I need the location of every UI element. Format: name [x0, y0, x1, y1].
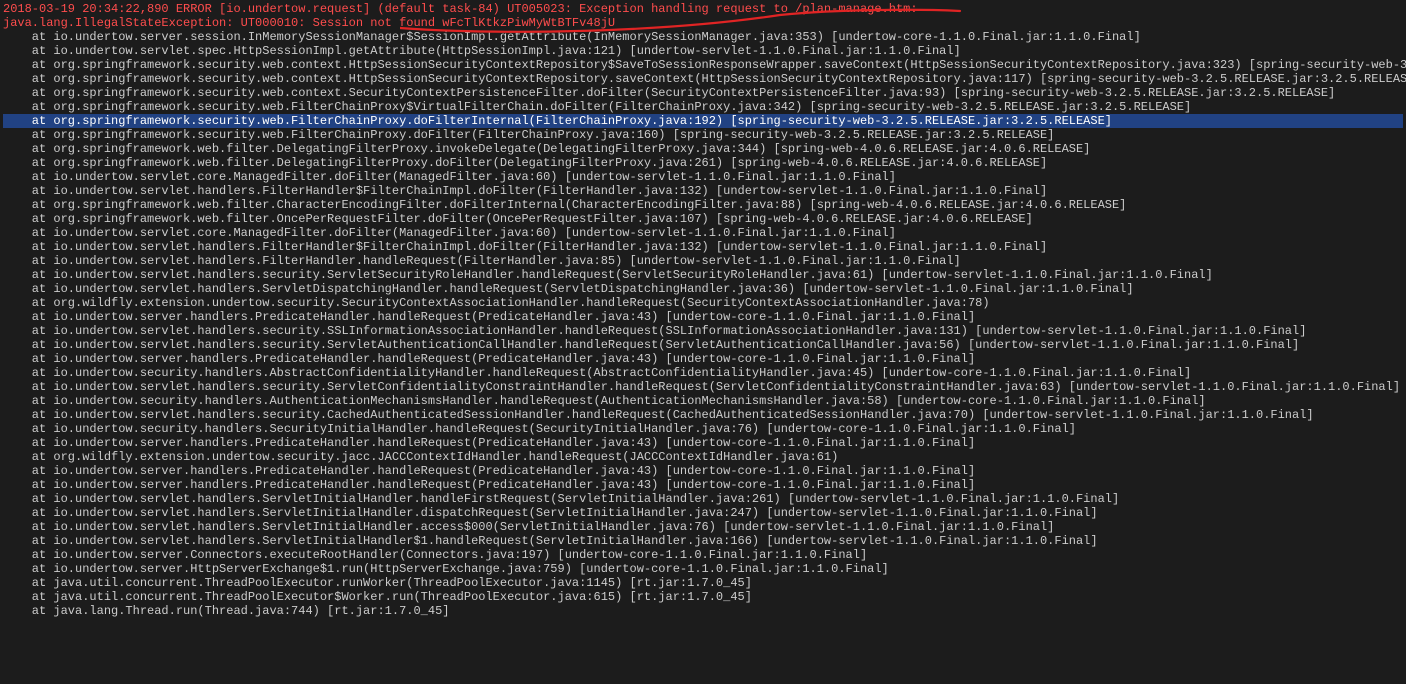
stack-line[interactable]: at io.undertow.servlet.spec.HttpSessionI… — [3, 44, 1403, 58]
stack-line[interactable]: at org.springframework.security.web.cont… — [3, 58, 1403, 72]
stack-line[interactable]: at io.undertow.server.handlers.Predicate… — [3, 310, 1403, 324]
stack-line[interactable]: at io.undertow.servlet.handlers.FilterHa… — [3, 184, 1403, 198]
error-header-line-2[interactable]: java.lang.IllegalStateException: UT00001… — [3, 16, 1403, 30]
stack-line[interactable]: at io.undertow.server.handlers.Predicate… — [3, 352, 1403, 366]
stack-line[interactable]: at io.undertow.server.HttpServerExchange… — [3, 562, 1403, 576]
stack-line[interactable]: at io.undertow.server.handlers.Predicate… — [3, 464, 1403, 478]
stack-trace[interactable]: at io.undertow.server.session.InMemorySe… — [3, 30, 1403, 618]
stack-line[interactable]: at org.springframework.security.web.cont… — [3, 72, 1403, 86]
error-header-line-1[interactable]: 2018-03-19 20:34:22,890 ERROR [io.undert… — [3, 2, 1403, 16]
stack-line[interactable]: at org.springframework.security.web.Filt… — [3, 114, 1403, 128]
stack-line[interactable]: at io.undertow.servlet.handlers.FilterHa… — [3, 240, 1403, 254]
stack-line[interactable]: at io.undertow.servlet.handlers.ServletI… — [3, 492, 1403, 506]
stack-line[interactable]: at io.undertow.security.handlers.Authent… — [3, 394, 1403, 408]
stack-line[interactable]: at org.springframework.web.filter.Delega… — [3, 156, 1403, 170]
stack-line[interactable]: at org.springframework.web.filter.OncePe… — [3, 212, 1403, 226]
stack-line[interactable]: at io.undertow.servlet.handlers.ServletD… — [3, 282, 1403, 296]
stack-line[interactable]: at io.undertow.servlet.handlers.security… — [3, 324, 1403, 338]
stack-line[interactable]: at io.undertow.server.session.InMemorySe… — [3, 30, 1403, 44]
stack-line[interactable]: at io.undertow.servlet.handlers.security… — [3, 408, 1403, 422]
stack-line[interactable]: at io.undertow.servlet.handlers.FilterHa… — [3, 254, 1403, 268]
stack-line[interactable]: at io.undertow.security.handlers.Securit… — [3, 422, 1403, 436]
stack-line[interactable]: at org.springframework.security.web.Filt… — [3, 128, 1403, 142]
stack-line[interactable]: at org.springframework.web.filter.Charac… — [3, 198, 1403, 212]
stack-line[interactable]: at io.undertow.servlet.handlers.ServletI… — [3, 534, 1403, 548]
stack-line[interactable]: at io.undertow.servlet.core.ManagedFilte… — [3, 226, 1403, 240]
stack-line[interactable]: at io.undertow.server.handlers.Predicate… — [3, 478, 1403, 492]
stack-line[interactable]: at io.undertow.server.Connectors.execute… — [3, 548, 1403, 562]
stack-line[interactable]: at org.wildfly.extension.undertow.securi… — [3, 296, 1403, 310]
stack-line[interactable]: at java.util.concurrent.ThreadPoolExecut… — [3, 590, 1403, 604]
stack-line[interactable]: at io.undertow.servlet.handlers.ServletI… — [3, 506, 1403, 520]
stack-line[interactable]: at io.undertow.server.handlers.Predicate… — [3, 436, 1403, 450]
stack-line[interactable]: at org.springframework.web.filter.Delega… — [3, 142, 1403, 156]
stack-line[interactable]: at org.springframework.security.web.Filt… — [3, 100, 1403, 114]
stack-line[interactable]: at io.undertow.servlet.handlers.security… — [3, 338, 1403, 352]
stack-line[interactable]: at io.undertow.servlet.handlers.security… — [3, 380, 1403, 394]
stack-line[interactable]: at io.undertow.security.handlers.Abstrac… — [3, 366, 1403, 380]
stack-line[interactable]: at java.lang.Thread.run(Thread.java:744)… — [3, 604, 1403, 618]
stack-line[interactable]: at java.util.concurrent.ThreadPoolExecut… — [3, 576, 1403, 590]
stack-line[interactable]: at org.springframework.security.web.cont… — [3, 86, 1403, 100]
stack-line[interactable]: at io.undertow.servlet.handlers.security… — [3, 268, 1403, 282]
stack-line[interactable]: at io.undertow.servlet.handlers.ServletI… — [3, 520, 1403, 534]
stack-line[interactable]: at io.undertow.servlet.core.ManagedFilte… — [3, 170, 1403, 184]
log-viewer[interactable]: 2018-03-19 20:34:22,890 ERROR [io.undert… — [0, 0, 1406, 620]
stack-line[interactable]: at org.wildfly.extension.undertow.securi… — [3, 450, 1403, 464]
